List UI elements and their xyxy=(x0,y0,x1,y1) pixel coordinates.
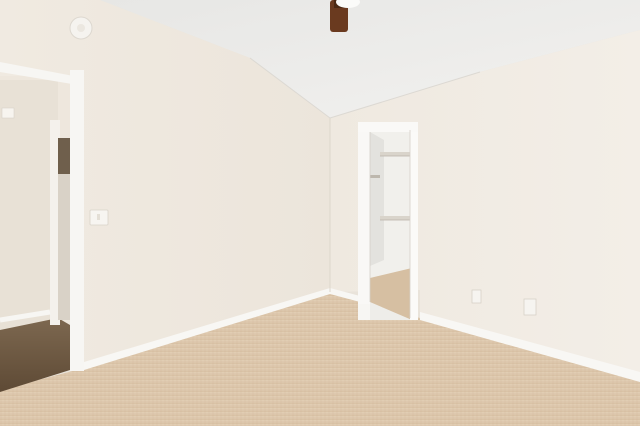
hallway-doorway xyxy=(0,62,84,392)
hall-light-switch xyxy=(1,107,15,119)
doorway-trim-left xyxy=(70,70,84,371)
closet-shelf-upper xyxy=(380,152,412,156)
outlet-left xyxy=(471,289,482,304)
closet-doorway xyxy=(358,122,418,320)
closet-shelf-lower xyxy=(380,216,412,220)
outlet-right xyxy=(523,298,537,316)
bedroom-photo xyxy=(0,0,640,426)
